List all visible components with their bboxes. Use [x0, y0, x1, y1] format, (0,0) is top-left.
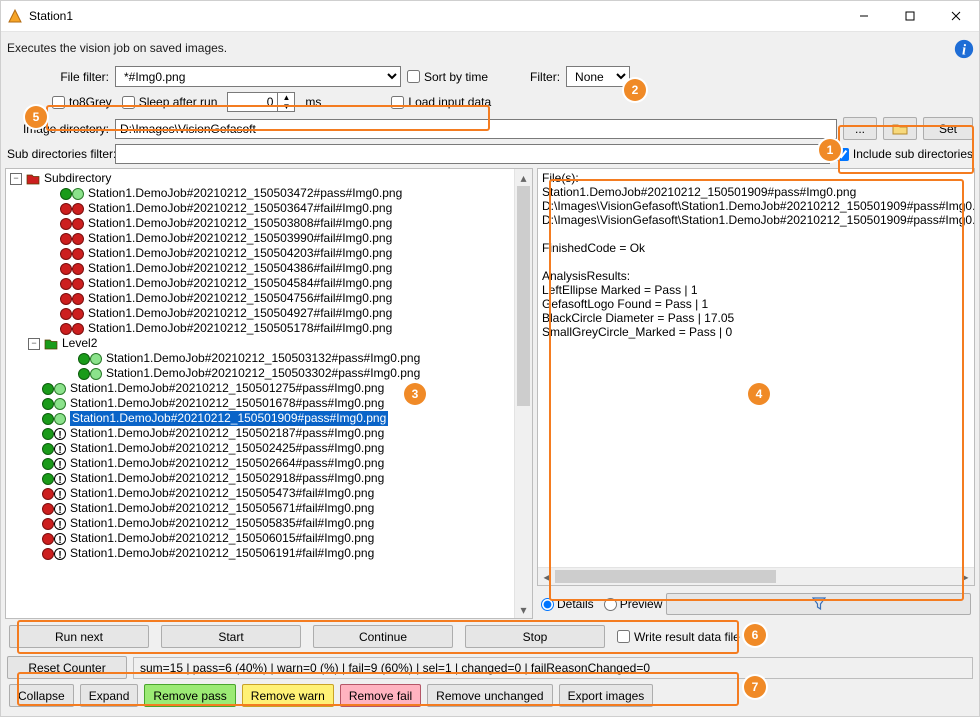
run-next-button[interactable]: Run next — [9, 625, 149, 648]
tree-scrollbar[interactable]: ▴ ▾ — [514, 169, 532, 618]
chevron-down-icon[interactable]: ▾ — [515, 601, 532, 618]
chevron-left-icon[interactable]: ◂ — [538, 568, 555, 585]
file-filter-select[interactable]: *#Img0.png — [115, 66, 401, 87]
image-directory-input[interactable] — [115, 119, 837, 139]
sleep-after-run-checkbox[interactable]: Sleep after run — [122, 95, 218, 109]
description-text: Executes the vision job on saved images. — [7, 41, 947, 55]
filter-select[interactable]: None — [566, 66, 630, 87]
sleep-unit-label: ms — [305, 95, 321, 109]
set-button[interactable]: Set — [923, 117, 973, 140]
window-title: Station1 — [29, 9, 841, 23]
image-directory-label: Image directory: — [7, 122, 109, 136]
export-images-button[interactable]: Export images — [559, 684, 654, 707]
preview-radio[interactable]: Preview — [604, 597, 663, 611]
expand-button[interactable]: Expand — [80, 684, 139, 707]
to8grey-checkbox[interactable]: to8Grey — [52, 95, 112, 109]
subdir-filter-label: Sub directories filter: — [7, 147, 109, 161]
funnel-icon — [812, 597, 826, 611]
filter-label: Filter: — [530, 70, 560, 84]
folder-button[interactable] — [883, 117, 917, 140]
details-hscrollbar[interactable]: ◂ ▸ — [538, 567, 974, 585]
svg-text:i: i — [962, 43, 966, 59]
maximize-button[interactable] — [887, 1, 933, 31]
info-icon[interactable]: i — [953, 38, 973, 58]
chevron-up-icon[interactable]: ▴ — [515, 169, 532, 186]
write-result-checkbox[interactable]: Write result data file — [617, 630, 740, 644]
client-area: Executes the vision job on saved images.… — [1, 32, 979, 716]
sleep-value-spinner[interactable]: ▲▼ — [227, 92, 295, 112]
reset-counter-button[interactable]: Reset Counter — [7, 656, 127, 679]
details-text: File(s): Station1.DemoJob#20210212_15050… — [538, 169, 974, 567]
details-panel: File(s): Station1.DemoJob#20210212_15050… — [537, 168, 975, 586]
details-radio[interactable]: Details — [541, 597, 594, 611]
title-bar: Station1 — [1, 1, 979, 32]
remove-unchanged-button[interactable]: Remove unchanged — [427, 684, 552, 707]
include-subdirs-checkbox[interactable]: Include sub directories — [836, 147, 973, 161]
sort-by-time-checkbox[interactable]: Sort by time — [407, 70, 488, 84]
collapse-button[interactable]: Collapse — [9, 684, 74, 707]
stop-button[interactable]: Stop — [465, 625, 605, 648]
main-window: Station1 Executes the vision job on save… — [0, 0, 980, 717]
load-input-data-checkbox[interactable]: Load input data — [391, 95, 491, 109]
close-button[interactable] — [933, 1, 979, 31]
app-icon — [7, 8, 23, 24]
status-summary: sum=15 | pass=6 (40%) | warn=0 (%) | fai… — [133, 657, 973, 679]
remove-pass-button[interactable]: Remove pass — [144, 684, 235, 707]
chevron-down-icon[interactable]: ▼ — [278, 102, 294, 111]
continue-button[interactable]: Continue — [313, 625, 453, 648]
folder-icon — [892, 122, 908, 136]
remove-fail-button[interactable]: Remove fail — [340, 684, 421, 707]
remove-warn-button[interactable]: Remove warn — [242, 684, 334, 707]
file-filter-label: File filter: — [7, 70, 109, 84]
chevron-up-icon[interactable]: ▲ — [278, 93, 294, 102]
browse-button[interactable]: ... — [843, 117, 877, 140]
start-button[interactable]: Start — [161, 625, 301, 648]
minimize-button[interactable] — [841, 1, 887, 31]
image-tree[interactable]: −SubdirectoryStation1.DemoJob#20210212_1… — [5, 168, 533, 619]
subdir-filter-input[interactable] — [115, 144, 830, 164]
chevron-right-icon[interactable]: ▸ — [957, 568, 974, 585]
filter-results-button[interactable] — [666, 593, 971, 615]
